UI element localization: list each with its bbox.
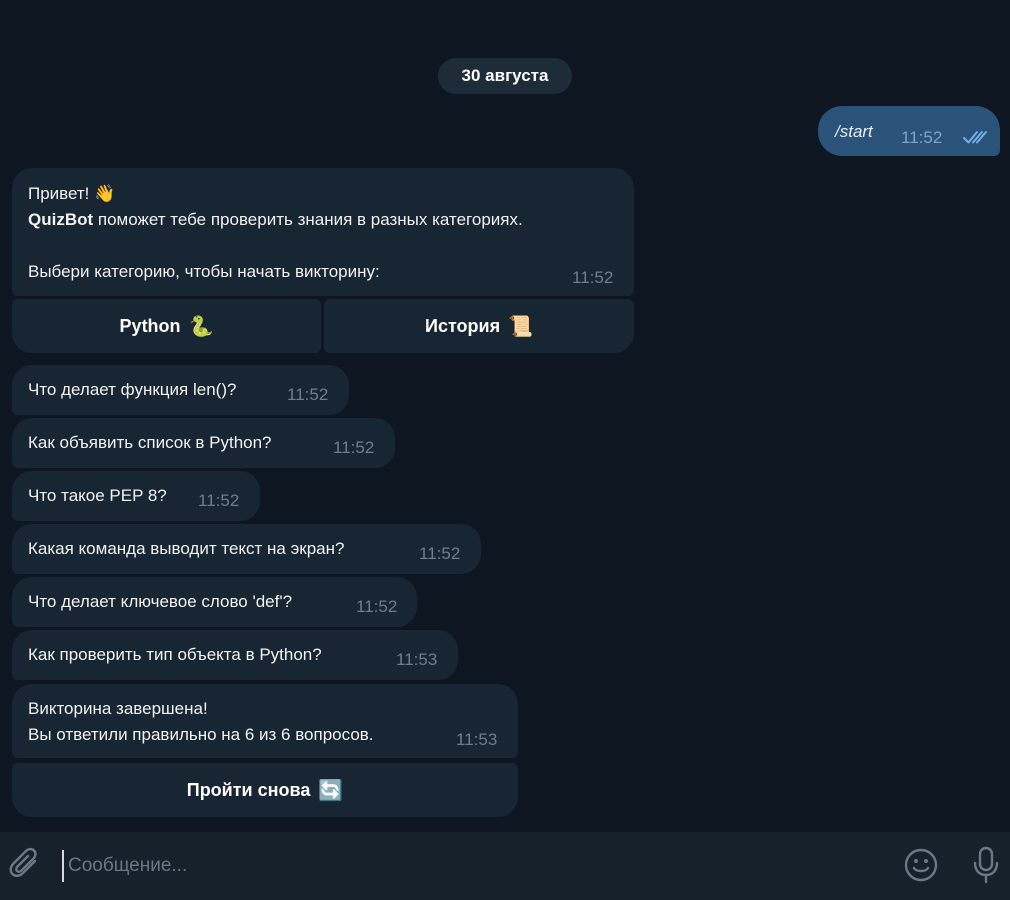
message-text: Что делает функция len()?	[28, 380, 237, 399]
message-time: 11:52	[901, 128, 943, 147]
retry-button[interactable]: Пройти снова 🔄	[12, 763, 518, 817]
message-time: 11:52	[572, 268, 614, 287]
result-score: Вы ответили правильно на 6 из 6 вопросов…	[28, 725, 374, 744]
outgoing-message[interactable]: /start 11:52	[818, 106, 1000, 156]
message-time: 11:52	[419, 544, 461, 563]
date-separator: 30 августа	[438, 58, 572, 94]
question-message[interactable]: Как объявить список в Python? 11:52	[12, 418, 395, 468]
bot-name: QuizBot	[28, 210, 94, 229]
snake-icon: 🐍	[188, 315, 214, 338]
instruction-line: Выбери категорию, чтобы начать викторину…	[28, 262, 380, 281]
question-message[interactable]: Что делает ключевое слово 'def'? 11:52	[12, 577, 417, 627]
chat-history: 30 августа /start 11:52 Привет! 👋 QuizBo…	[0, 0, 1010, 832]
button-label: Python	[119, 315, 181, 336]
message-time: 11:52	[287, 385, 329, 404]
repeat-icon: 🔄	[318, 779, 344, 802]
welcome-message[interactable]: Привет! 👋 QuizBot поможет тебе проверить…	[12, 168, 634, 296]
message-text: /start	[835, 122, 873, 141]
message-text: Что делает ключевое слово 'def'?	[28, 592, 293, 611]
category-button-python[interactable]: Python 🐍	[12, 299, 321, 353]
message-time: 11:52	[198, 491, 240, 510]
message-time: 11:53	[396, 650, 438, 669]
message-text: Какая команда выводит текст на экран?	[28, 539, 345, 558]
intro-line: QuizBot поможет тебе проверить знания в …	[28, 210, 523, 229]
message-text: Как проверить тип объекта в Python?	[28, 645, 322, 664]
message-composer	[0, 832, 1010, 900]
question-message[interactable]: Что такое PEP 8? 11:52	[12, 471, 260, 521]
question-message[interactable]: Какая команда выводит текст на экран? 11…	[12, 524, 481, 574]
emoji-icon[interactable]	[903, 847, 939, 883]
button-label: Пройти снова	[186, 779, 311, 800]
question-message[interactable]: Как проверить тип объекта в Python? 11:5…	[12, 630, 458, 680]
message-time: 11:53	[456, 730, 498, 749]
message-time: 11:52	[333, 438, 375, 457]
message-text: Как объявить список в Python?	[28, 433, 272, 452]
greeting-line: Привет! 👋	[28, 184, 116, 203]
category-button-history[interactable]: История 📜	[324, 299, 634, 353]
question-message[interactable]: Что делает функция len()? 11:52	[12, 365, 349, 415]
message-text: Что такое PEP 8?	[28, 486, 167, 505]
microphone-icon[interactable]	[969, 845, 1003, 885]
message-time: 11:52	[356, 597, 398, 616]
message-text: Викторина завершена! Вы ответили правиль…	[28, 696, 374, 748]
paperclip-icon[interactable]	[8, 846, 42, 884]
message-text: Привет! 👋 QuizBot поможет тебе проверить…	[28, 181, 523, 285]
result-message[interactable]: Викторина завершена! Вы ответили правиль…	[12, 684, 518, 758]
result-title: Викторина завершена!	[28, 699, 208, 718]
double-check-icon	[963, 131, 987, 144]
button-label: История	[425, 315, 501, 336]
message-input[interactable]	[62, 850, 882, 882]
scroll-icon: 📜	[508, 315, 533, 338]
